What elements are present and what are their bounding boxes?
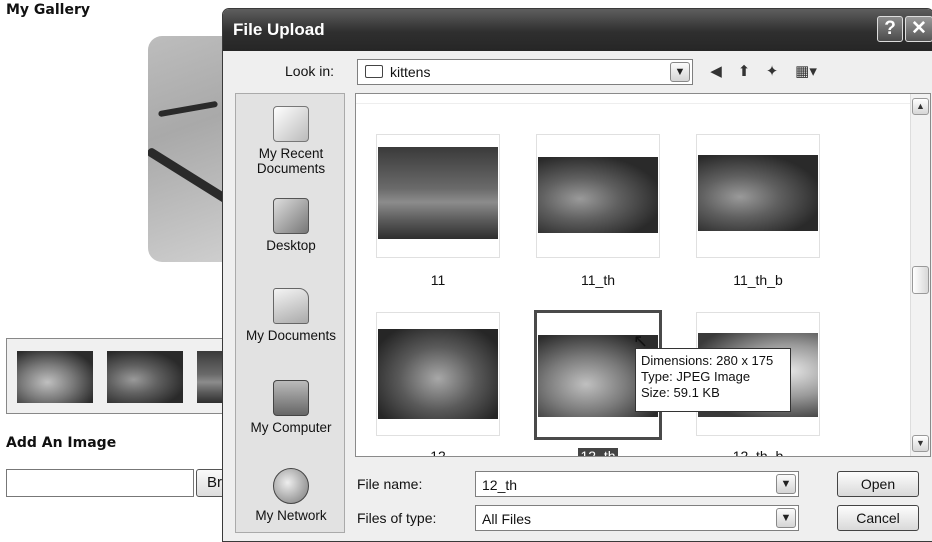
add-image-heading: Add An Image: [6, 435, 117, 451]
recent-documents-icon: [273, 106, 309, 142]
look-in-value: kittens: [390, 64, 431, 80]
chevron-down-icon[interactable]: ▼: [776, 474, 796, 494]
gallery-thumbnail[interactable]: [17, 351, 93, 403]
desktop-icon: [273, 198, 309, 234]
place-desktop[interactable]: Desktop: [236, 198, 346, 253]
scroll-down-icon[interactable]: ▼: [912, 435, 929, 452]
file-tile-12[interactable]: [376, 312, 500, 436]
file-name-label: 11: [430, 272, 446, 288]
previous-row-edge: [356, 94, 912, 104]
scroll-thumb[interactable]: [912, 266, 929, 294]
vertical-scrollbar[interactable]: ▲ ▼: [910, 94, 930, 456]
file-name-label: 12: [430, 448, 446, 457]
my-computer-icon: [273, 380, 309, 416]
files-of-type-dropdown[interactable]: All Files ▼: [475, 505, 799, 531]
file-name-label: 12_th_b: [732, 448, 784, 457]
folder-icon: [365, 65, 383, 78]
help-button[interactable]: ?: [877, 16, 903, 42]
new-folder-icon[interactable]: ✦: [761, 61, 783, 83]
file-name-label-selected: 12_th: [528, 448, 668, 456]
scroll-up-icon[interactable]: ▲: [912, 98, 929, 115]
dialog-title: File Upload: [233, 20, 325, 39]
file-tile-11[interactable]: [376, 134, 500, 258]
thumbnail-strip: [6, 338, 246, 414]
file-tile-11-th[interactable]: [536, 134, 660, 258]
gallery-thumbnail[interactable]: [107, 351, 183, 403]
close-button[interactable]: ✕: [905, 16, 932, 42]
files-of-type-label: Files of type:: [357, 510, 437, 526]
place-my-network[interactable]: My Network: [236, 468, 346, 523]
file-info-tooltip: Dimensions: 280 x 175 Type: JPEG Image S…: [635, 348, 791, 412]
open-button[interactable]: Open: [837, 471, 919, 497]
look-in-label: Look in:: [285, 63, 335, 79]
chevron-down-icon[interactable]: ▼: [670, 62, 690, 82]
look-in-dropdown[interactable]: kittens ▼: [357, 59, 693, 85]
place-recent-documents[interactable]: My Recent Documents: [236, 106, 346, 176]
file-name-field-label: File name:: [357, 476, 423, 492]
dialog-titlebar[interactable]: File Upload ? ✕: [223, 9, 932, 51]
places-bar: My Recent Documents Desktop My Documents…: [235, 93, 345, 533]
chevron-down-icon[interactable]: ▼: [776, 508, 796, 528]
back-icon[interactable]: ◀: [705, 61, 727, 83]
upload-path-input[interactable]: [6, 469, 194, 497]
file-tile-11-th-b[interactable]: [696, 134, 820, 258]
cancel-button[interactable]: Cancel: [837, 505, 919, 531]
gallery-heading: My Gallery: [6, 2, 90, 18]
place-my-computer[interactable]: My Computer: [236, 380, 346, 435]
file-upload-dialog: File Upload ? ✕ Look in: kittens ▼ ◀ ⬆ ✦…: [222, 8, 932, 542]
file-name-label: 11_th: [581, 272, 615, 288]
file-name-input[interactable]: 12_th ▼: [475, 471, 799, 497]
my-network-icon: [273, 468, 309, 504]
my-documents-icon: [273, 288, 309, 324]
place-my-documents[interactable]: My Documents: [236, 288, 346, 343]
up-folder-icon[interactable]: ⬆: [733, 61, 755, 83]
view-menu-icon[interactable]: ▦▾: [789, 61, 823, 83]
file-name-label: 11_th_b: [733, 272, 783, 288]
